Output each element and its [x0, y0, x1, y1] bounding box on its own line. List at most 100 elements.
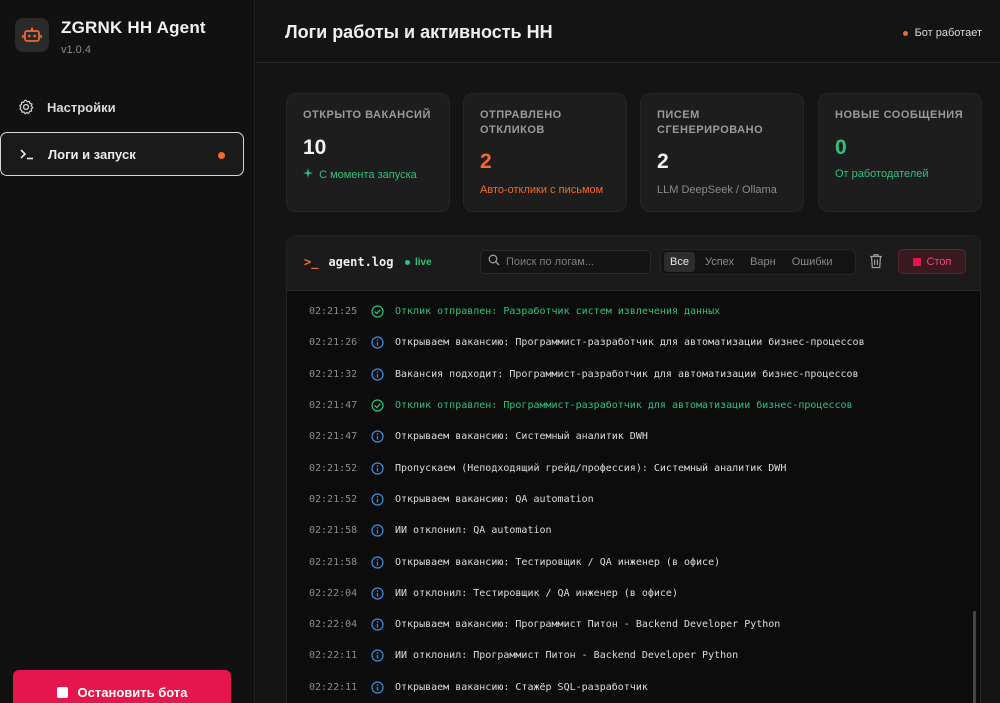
- log-message: Вакансия подходит: Программист-разработч…: [395, 368, 859, 380]
- info-circle-icon: [371, 368, 384, 381]
- stat-label: Писем сгенерировано: [657, 109, 764, 136]
- info-circle-icon: [371, 430, 384, 443]
- status-dot: [902, 30, 908, 36]
- sidebar: ZGRNK HH Agent v1.0.4 Настройки Логи и з…: [0, 0, 255, 703]
- log-time: 02:21:25: [309, 306, 358, 318]
- log-time: 02:21:47: [309, 431, 358, 443]
- log-time: 02:21:58: [309, 525, 358, 537]
- log-line: 02:22:04 ИИ отклонил: Тестировщик / QA ин…: [287, 578, 980, 609]
- log-line: 02:22:11 Открываем вакансию: Стажёр SQL-р…: [287, 672, 980, 703]
- info-circle-icon: [371, 524, 384, 537]
- log-time: 02:22:11: [309, 650, 358, 662]
- info-circle-icon: [371, 618, 384, 631]
- stat-sub: LLM DeepSeek / Ollama: [657, 184, 777, 196]
- log-time: 02:21:32: [309, 368, 358, 380]
- status-indicator: Бот работает: [902, 27, 982, 39]
- trash-icon[interactable]: [869, 253, 885, 271]
- filter-errors[interactable]: Ошибки: [786, 252, 839, 272]
- stat-label: Отправлено откликов: [480, 109, 562, 136]
- gear-icon: [17, 98, 35, 116]
- log-line: 02:22:04 Открываем вакансию: Программист …: [287, 609, 980, 640]
- stop-button[interactable]: Стоп: [898, 249, 966, 274]
- log-time: 02:22:11: [309, 681, 358, 693]
- stat-value: 0: [835, 136, 847, 159]
- stat-label: Открыто вакансий: [303, 109, 431, 121]
- stop-bot-button[interactable]: Остановить бота: [13, 670, 231, 703]
- filter-success[interactable]: Успех: [699, 252, 740, 272]
- log-time: 02:22:04: [309, 587, 358, 599]
- search-icon: [488, 253, 500, 271]
- stat-value: 2: [480, 150, 492, 173]
- live-dot: [405, 260, 410, 265]
- sidebar-item-label: Настройки: [47, 99, 116, 115]
- status-text: Бот работает: [914, 27, 982, 39]
- log-message: Открываем вакансию: Программист-разработ…: [395, 337, 865, 349]
- live-badge: live: [405, 257, 432, 268]
- log-line: 02:21:52 Открываем вакансию: QA automatio…: [287, 484, 980, 515]
- log-toolbar: >_ agent.log live Все Успех Варн Ошибки: [287, 236, 980, 291]
- info-circle-icon: [371, 462, 384, 475]
- sidebar-item-logs[interactable]: Логи и запуск: [0, 132, 244, 176]
- scrollbar[interactable]: [973, 611, 976, 703]
- terminal-icon: >_: [304, 255, 319, 269]
- info-circle-icon: [371, 587, 384, 600]
- app-version: v1.0.4: [61, 44, 91, 56]
- brand: ZGRNK HH Agent v1.0.4: [15, 18, 206, 56]
- info-circle-icon: [371, 555, 384, 569]
- stop-icon: [56, 686, 68, 698]
- stat-sub: От работодателей: [835, 168, 929, 180]
- stat-card-letters: Писем сгенерировано 2 LLM DeepSeek / Oll…: [640, 93, 804, 212]
- filter-all[interactable]: Все: [664, 252, 695, 272]
- stat-value: 10: [303, 136, 327, 159]
- log-line: 02:21:25 Отклик отправлен: Разработчик си…: [287, 296, 980, 327]
- stat-card-messages: Новые сообщения 0 От работодателей: [818, 93, 982, 212]
- log-time: 02:21:52: [309, 493, 358, 505]
- robot-icon: [15, 18, 49, 52]
- log-line: 02:21:47 Открываем вакансию: Системный ан…: [287, 421, 980, 452]
- log-message: Открываем вакансию: Тестировщик / QA инж…: [395, 556, 721, 568]
- search-input[interactable]: [506, 256, 636, 268]
- stop-bot-label: Остановить бота: [77, 684, 188, 700]
- stat-value: 2: [657, 150, 669, 173]
- log-message: Открываем вакансию: Программист Питон - …: [395, 619, 781, 631]
- terminal-icon: [18, 145, 36, 163]
- info-circle-icon: [371, 649, 384, 663]
- log-message: ИИ отклонил: Тестировщик / QA инженер (в…: [395, 587, 678, 599]
- log-file-name: >_ agent.log: [304, 255, 394, 269]
- log-time: 02:21:58: [309, 556, 358, 568]
- log-message: Открываем вакансию: Стажёр SQL-разработч…: [395, 681, 648, 693]
- log-line: 02:22:11 ИИ отклонил: Программист Питон -…: [287, 640, 980, 671]
- log-time: 02:22:04: [309, 619, 358, 631]
- sidebar-item-settings[interactable]: Настройки: [0, 85, 244, 129]
- page-title: Логи работы и активность HH: [285, 22, 553, 42]
- stat-card-responses: Отправлено откликов 2 Авто-отклики с пис…: [463, 93, 627, 212]
- log-line: 02:21:58 ИИ отклонил: QA automation: [287, 515, 980, 546]
- log-message: Открываем вакансию: QA automation: [395, 493, 594, 505]
- log-line: 02:21:47 Отклик отправлен: Программист-ра…: [287, 390, 980, 421]
- log-message: Отклик отправлен: Разработчик систем изв…: [395, 306, 721, 318]
- log-search[interactable]: [480, 250, 651, 274]
- info-circle-icon: [371, 336, 384, 350]
- stat-card-opened: Открыто вакансий 10 С момента запуска: [286, 93, 450, 212]
- filter-warn[interactable]: Варн: [744, 252, 782, 272]
- log-filter-group: Все Успех Варн Ошибки: [660, 249, 856, 275]
- log-lines: 02:21:25 Отклик отправлен: Разработчик си…: [287, 296, 980, 703]
- info-circle-icon: [371, 681, 384, 694]
- stat-sub: Авто-отклики с письмом: [480, 184, 604, 196]
- stop-icon: [912, 257, 921, 266]
- log-message: Пропускаем (Неподходящий грейд/профессия…: [395, 462, 787, 474]
- log-line: 02:21:26 Открываем вакансию: Программист-…: [287, 327, 980, 358]
- log-panel: >_ agent.log live Все Успех Варн Ошибки: [286, 235, 981, 703]
- sidebar-item-label: Логи и запуск: [48, 146, 136, 162]
- app-title: ZGRNK HH Agent: [61, 18, 206, 37]
- log-message: Открываем вакансию: Системный аналитик D…: [395, 431, 648, 443]
- log-time: 02:21:26: [309, 337, 358, 349]
- log-message: ИИ отклонил: QA automation: [395, 525, 552, 537]
- log-line: 02:21:58 Открываем вакансию: Тестировщик …: [287, 546, 980, 577]
- log-line: 02:21:32 Вакансия подходит: Программист-р…: [287, 359, 980, 390]
- stat-sub: С момента запуска: [303, 168, 417, 181]
- log-time: 02:21:52: [309, 462, 358, 474]
- active-dot: [218, 152, 225, 159]
- info-circle-icon: [371, 493, 384, 506]
- header: Логи работы и активность HH Бот работает: [256, 0, 1000, 63]
